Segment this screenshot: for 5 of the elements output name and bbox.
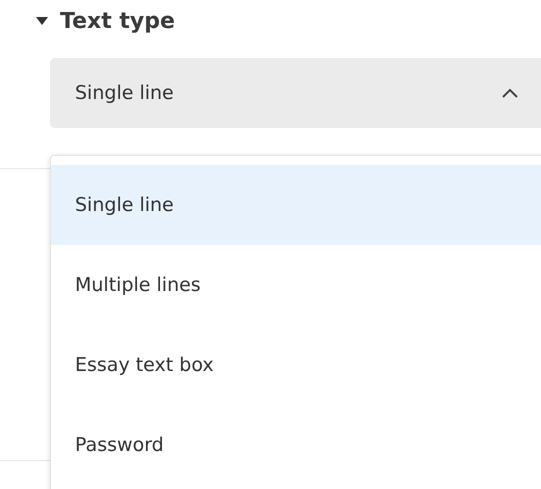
- caret-icon[interactable]: [36, 16, 48, 26]
- section-title: Text type: [60, 8, 175, 34]
- type-select[interactable]: Single line: [50, 58, 541, 128]
- menu-option[interactable]: Single line: [51, 165, 541, 245]
- chevron-icon: [501, 87, 519, 99]
